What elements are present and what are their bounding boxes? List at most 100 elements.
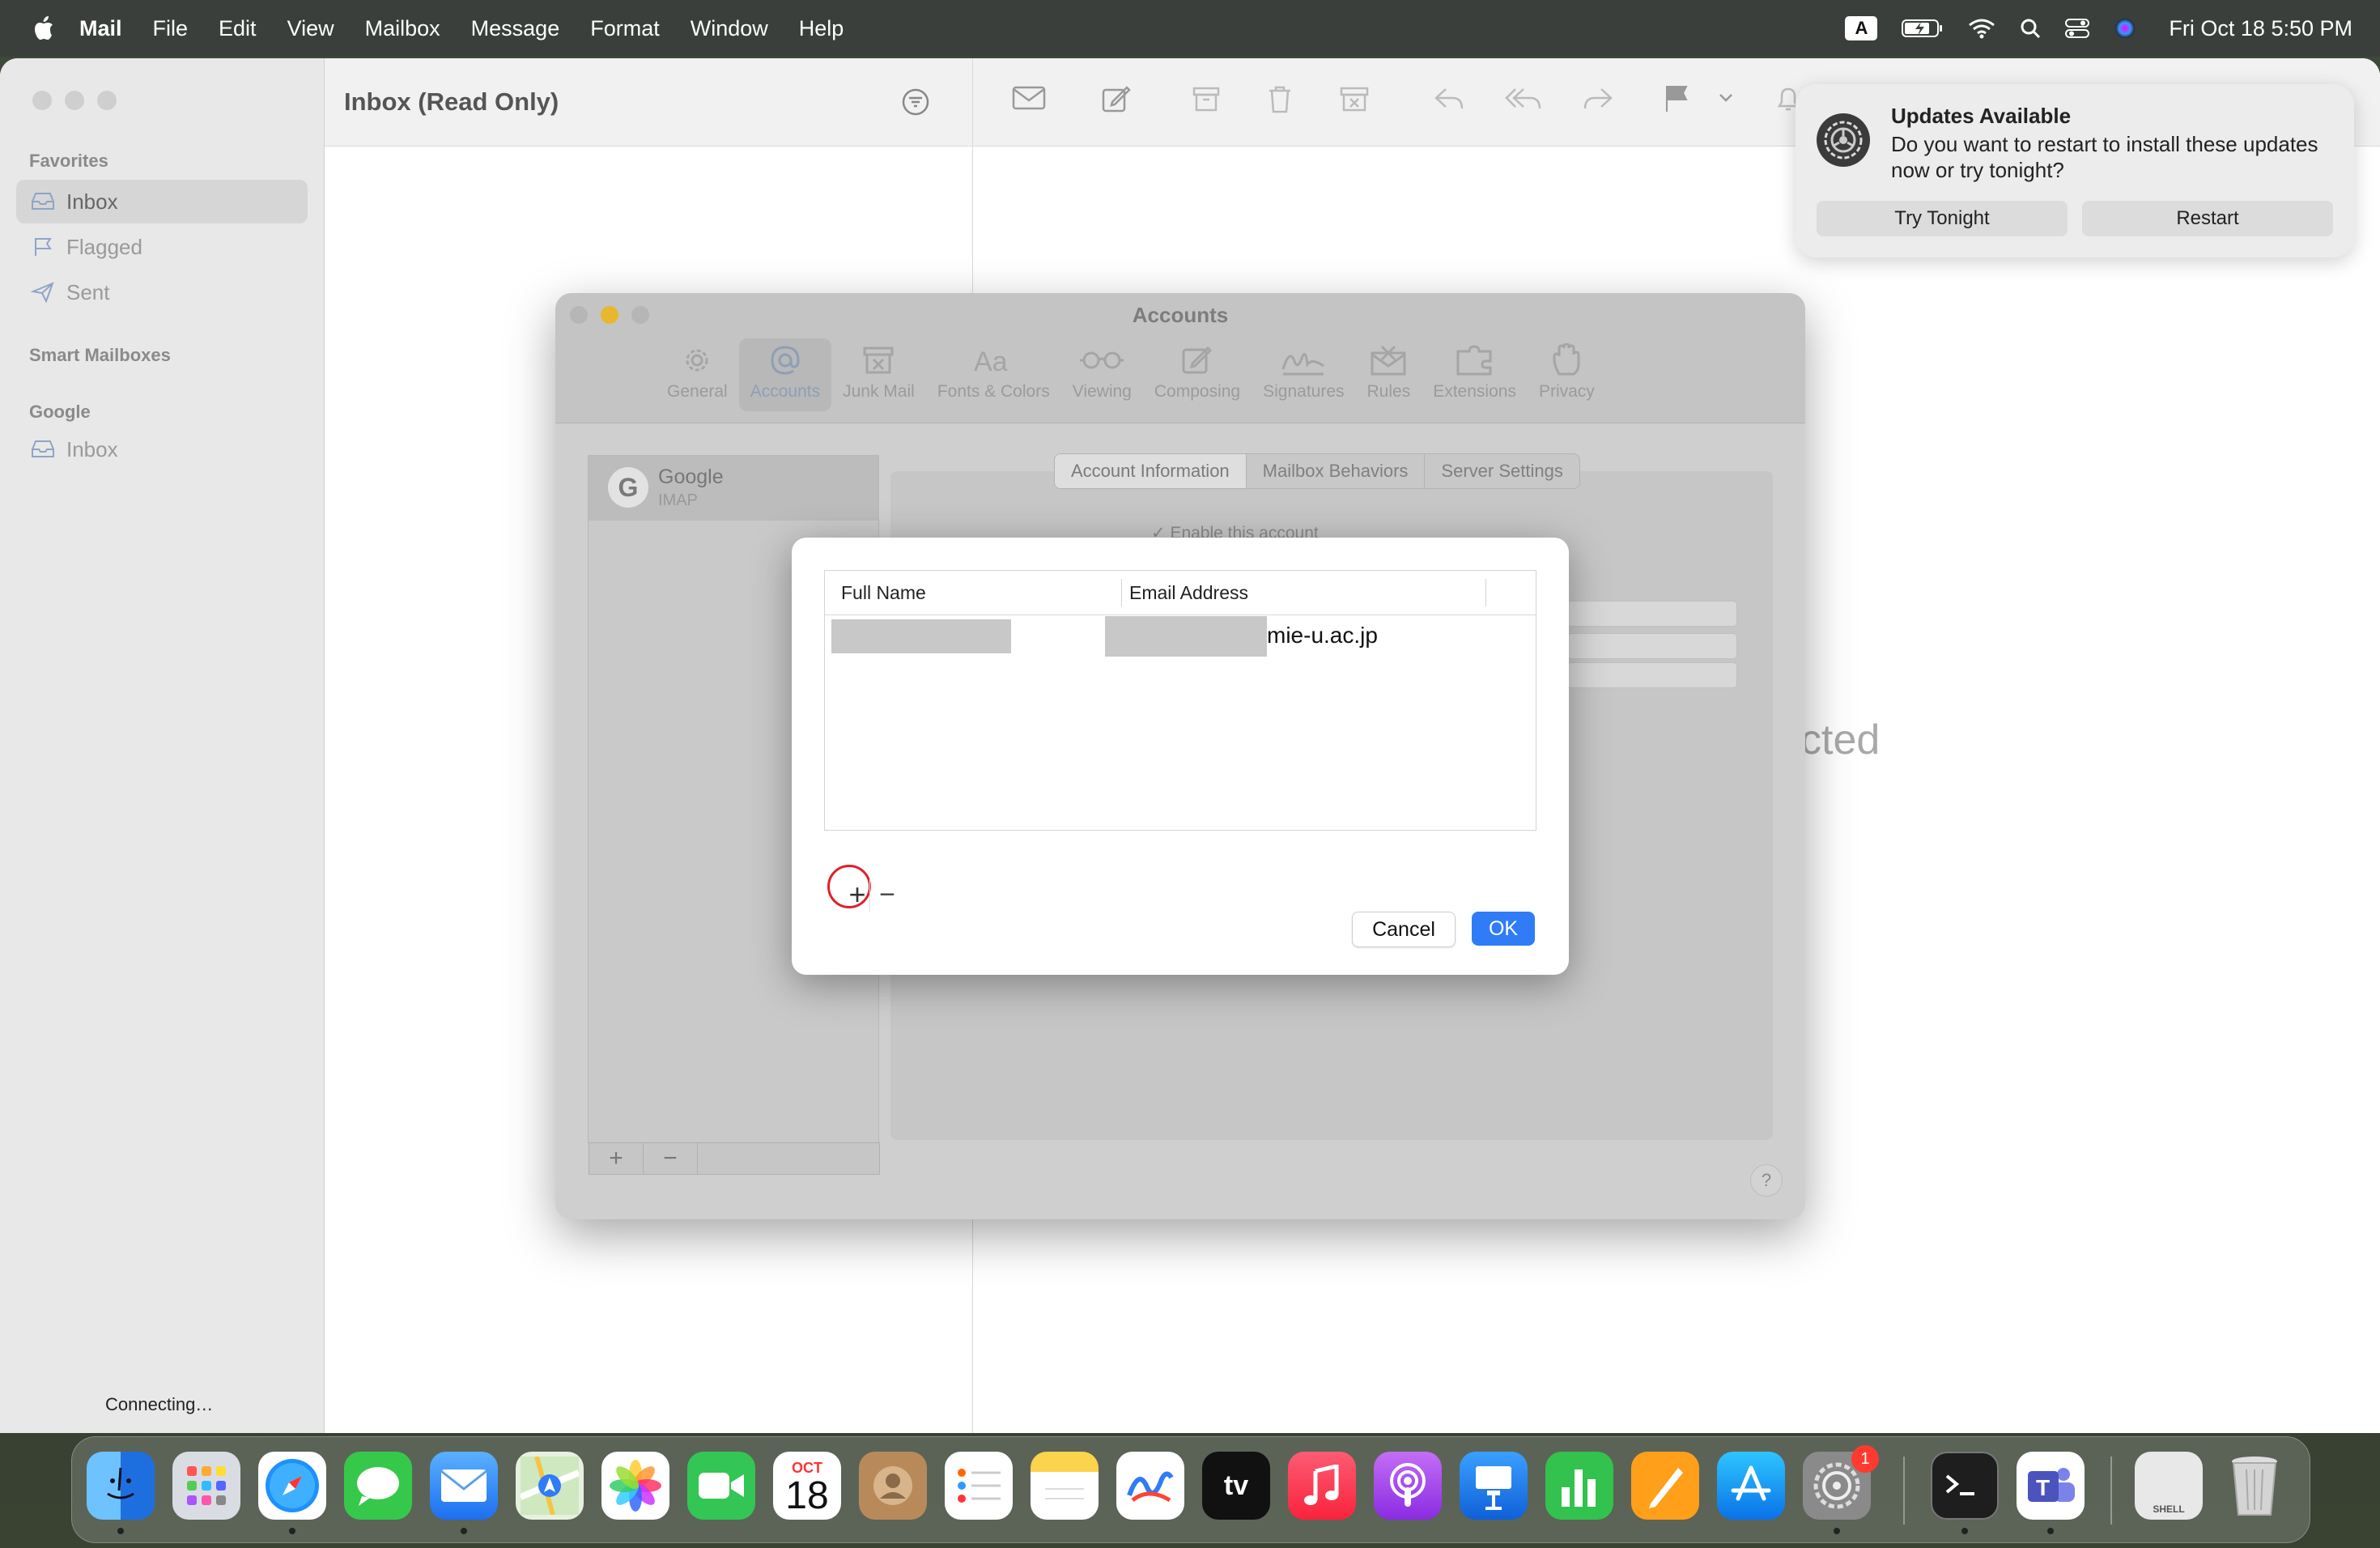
apple-menu-icon[interactable] <box>31 15 55 42</box>
column-header-email[interactable]: Email Address <box>1129 582 1248 604</box>
pages-icon[interactable] <box>1631 1452 1699 1520</box>
compose-icon[interactable] <box>1101 84 1132 115</box>
running-indicator <box>117 1528 124 1534</box>
menu-view[interactable]: View <box>287 16 334 41</box>
menu-message[interactable]: Message <box>471 16 560 41</box>
tab-label: Junk Mail <box>843 382 915 401</box>
account-row-google[interactable]: G Google IMAP <box>589 456 878 521</box>
freeform-icon[interactable] <box>1116 1452 1184 1520</box>
mail-icon[interactable] <box>430 1452 498 1520</box>
menu-edit[interactable]: Edit <box>219 16 257 41</box>
menu-window[interactable]: Window <box>691 16 768 41</box>
app-store-icon[interactable] <box>1717 1452 1785 1520</box>
control-center-icon[interactable] <box>2065 18 2090 39</box>
tab-privacy[interactable]: Privacy <box>1528 338 1606 411</box>
archive-icon[interactable] <box>1192 84 1221 113</box>
facetime-icon[interactable] <box>687 1452 755 1520</box>
remove-account-button[interactable]: − <box>644 1143 698 1174</box>
try-tonight-button[interactable]: Try Tonight <box>1817 201 2068 236</box>
tab-general[interactable]: General <box>656 338 739 411</box>
email-address-popup[interactable] <box>1567 633 1737 659</box>
trash-icon[interactable] <box>1266 84 1294 115</box>
sidebar-item-flagged[interactable]: Flagged <box>16 225 308 269</box>
table-header: Full Name Email Address <box>825 571 1536 615</box>
tab-junk-mail[interactable]: Junk Mail <box>831 338 926 411</box>
remove-email-button[interactable]: − <box>869 878 904 912</box>
tab-fonts-colors[interactable]: Aa Fonts & Colors <box>926 338 1061 411</box>
column-header-full-name[interactable]: Full Name <box>841 582 926 604</box>
tab-viewing[interactable]: Viewing <box>1061 338 1143 411</box>
safari-icon[interactable] <box>258 1452 326 1520</box>
description-field[interactable] <box>1567 601 1737 627</box>
wifi-icon[interactable] <box>1968 18 1995 39</box>
sidebar-item-google-inbox[interactable]: Inbox <box>16 427 308 471</box>
minimize-window-button[interactable] <box>65 91 84 110</box>
running-indicator <box>2047 1528 2054 1534</box>
segment-account-information[interactable]: Account Information <box>1055 454 1247 488</box>
messages-icon[interactable] <box>344 1452 412 1520</box>
system-settings-icon <box>1817 113 1870 167</box>
menu-file[interactable]: File <box>153 16 189 41</box>
preferences-toolbar: Accounts General Accounts Junk Mail Aa F… <box>555 293 1805 423</box>
terminal-icon[interactable] <box>1931 1452 1999 1520</box>
smart-mailboxes-label[interactable]: Smart Mailboxes <box>29 345 171 366</box>
spotlight-search-icon[interactable] <box>2020 18 2041 39</box>
notification-body: Do you want to restart to install these … <box>1891 132 2318 182</box>
input-source-indicator[interactable]: A <box>1845 16 1878 40</box>
get-mail-icon[interactable] <box>1012 84 1046 112</box>
tab-accounts[interactable]: Accounts <box>738 338 832 411</box>
tab-signatures[interactable]: Signatures <box>1252 338 1355 411</box>
launchpad-icon[interactable] <box>172 1452 240 1520</box>
battery-icon[interactable] <box>1902 18 1944 39</box>
sidebar-item-inbox[interactable]: Inbox <box>16 180 308 223</box>
flag-icon[interactable] <box>1663 84 1690 113</box>
menu-app-mail[interactable]: Mail <box>79 16 122 41</box>
updates-notification[interactable]: Updates Available Do you want to restart… <box>1796 84 2354 257</box>
notes-icon[interactable] <box>1031 1452 1099 1520</box>
reminders-icon[interactable] <box>945 1452 1013 1520</box>
keynote-icon[interactable] <box>1460 1452 1528 1520</box>
sidebar-item-label: Inbox <box>66 189 118 214</box>
maps-icon[interactable] <box>516 1452 584 1520</box>
table-row[interactable]: mie-u.ac.jp <box>825 616 1536 658</box>
add-account-button[interactable]: + <box>589 1143 644 1174</box>
siri-icon[interactable] <box>2114 17 2136 40</box>
calendar-icon[interactable]: OCT 18 <box>773 1452 841 1520</box>
tab-rules[interactable]: Rules <box>1356 338 1422 411</box>
help-button[interactable]: ? <box>1750 1164 1783 1197</box>
window-controls <box>32 91 117 110</box>
tab-composing[interactable]: Composing <box>1143 338 1252 411</box>
menu-mailbox[interactable]: Mailbox <box>365 16 440 41</box>
chevron-down-icon[interactable] <box>1718 92 1734 104</box>
ok-button[interactable]: OK <box>1472 912 1535 946</box>
tab-extensions[interactable]: Extensions <box>1422 338 1528 411</box>
contacts-icon[interactable] <box>859 1452 927 1520</box>
full-name-field[interactable] <box>1567 662 1737 688</box>
forward-icon[interactable] <box>1582 84 1614 112</box>
finder-icon[interactable] <box>87 1452 155 1520</box>
trash-dock-icon[interactable] <box>2221 1452 2289 1520</box>
restart-button[interactable]: Restart <box>2082 201 2333 236</box>
music-icon[interactable] <box>1288 1452 1356 1520</box>
cancel-button[interactable]: Cancel <box>1352 912 1456 947</box>
google-section-label[interactable]: Google <box>29 402 91 423</box>
menu-help[interactable]: Help <box>799 16 844 41</box>
menu-clock[interactable]: Fri Oct 18 5:50 PM <box>2169 16 2352 41</box>
photos-icon[interactable] <box>601 1452 669 1520</box>
segment-mailbox-behaviors[interactable]: Mailbox Behaviors <box>1247 454 1426 488</box>
filter-icon[interactable] <box>901 87 930 117</box>
podcasts-icon[interactable] <box>1374 1452 1442 1520</box>
calendar-day: 18 <box>785 1474 829 1517</box>
close-window-button[interactable] <box>32 91 52 110</box>
microsoft-teams-icon[interactable]: T <box>2017 1452 2085 1520</box>
numbers-icon[interactable] <box>1545 1452 1613 1520</box>
apple-tv-icon[interactable]: tv <box>1202 1452 1270 1520</box>
segment-server-settings[interactable]: Server Settings <box>1425 454 1579 488</box>
shell-document-icon[interactable]: SHELL <box>2135 1452 2203 1520</box>
sidebar-item-sent[interactable]: Sent <box>16 270 308 314</box>
reply-all-icon[interactable] <box>1504 84 1543 112</box>
junk-icon[interactable] <box>1339 84 1370 113</box>
reply-icon[interactable] <box>1433 84 1465 112</box>
menu-format[interactable]: Format <box>590 16 660 41</box>
zoom-window-button[interactable] <box>97 91 117 110</box>
